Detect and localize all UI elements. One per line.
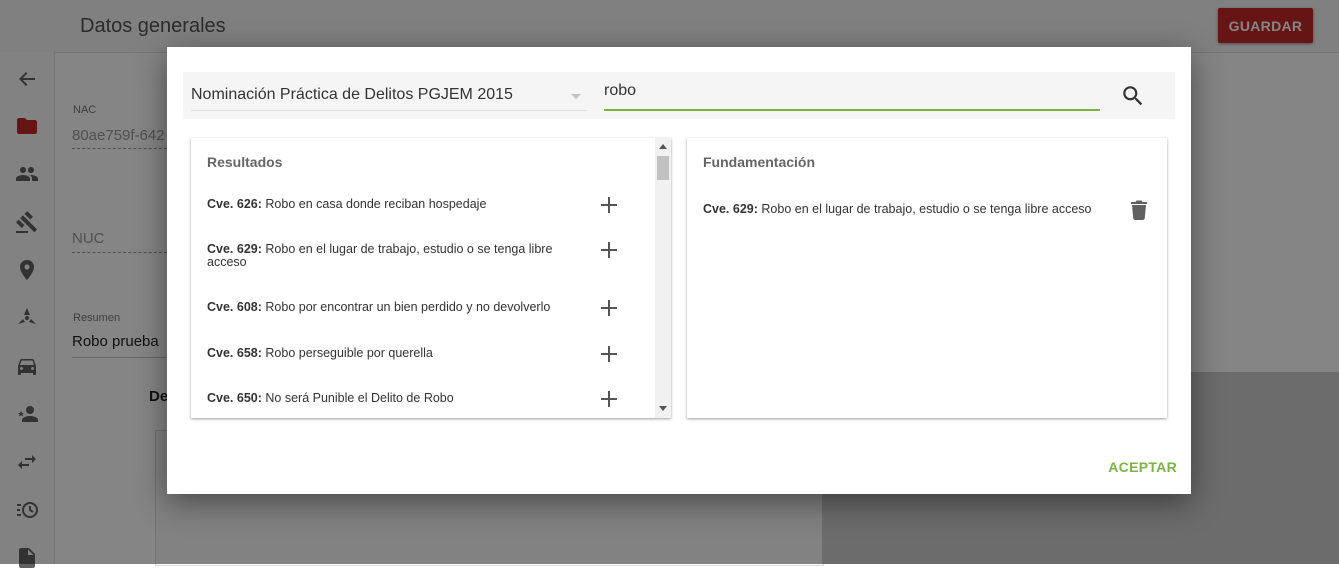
result-item[interactable]: Cve. 658: Robo perseguible por querella — [191, 344, 655, 364]
result-text: No será Punible el Delito de Robo — [265, 391, 454, 405]
result-item[interactable]: Cve. 650: No será Punible el Delito de R… — [191, 389, 655, 409]
results-scrollbar[interactable] — [655, 138, 671, 418]
add-icon[interactable] — [599, 344, 619, 364]
result-code: Cve. 608: — [207, 300, 262, 314]
scroll-thumb[interactable] — [657, 156, 669, 180]
result-text: Robo en casa donde reciban hospedaje — [265, 197, 487, 211]
result-item[interactable]: Cve. 626: Robo en casa donde reciban hos… — [191, 195, 655, 215]
scroll-down-arrow-icon[interactable] — [659, 406, 667, 411]
results-card: Resultados Cve. 626: Robo en casa donde … — [191, 138, 671, 418]
result-text: Robo por encontrar un bien perdido y no … — [265, 300, 551, 314]
search-icon[interactable] — [1120, 83, 1146, 109]
selected-item: Cve. 629: Robo en el lugar de trabajo, e… — [703, 202, 1091, 216]
add-icon[interactable] — [599, 389, 619, 409]
selected-item-code: Cve. 629: — [703, 202, 758, 216]
catalog-select[interactable]: Nominación Práctica de Delitos PGJEM 201… — [191, 78, 587, 111]
result-item[interactable]: Cve. 608: Robo por encontrar un bien per… — [191, 298, 655, 318]
result-code: Cve. 658: — [207, 346, 262, 360]
fundamentacion-title: Fundamentación — [703, 154, 816, 170]
result-code: Cve. 629: — [207, 242, 262, 256]
search-toolbar: Nominación Práctica de Delitos PGJEM 201… — [183, 72, 1175, 119]
result-text: Robo perseguible por querella — [265, 346, 433, 360]
fundamentacion-card: Fundamentación Cve. 629: Robo en el luga… — [687, 138, 1167, 418]
catalog-select-value: Nominación Práctica de Delitos PGJEM 201… — [191, 86, 513, 103]
crime-selection-dialog: Nominación Práctica de Delitos PGJEM 201… — [167, 47, 1191, 494]
add-icon[interactable] — [599, 298, 619, 318]
add-icon[interactable] — [599, 195, 619, 215]
result-code: Cve. 650: — [207, 391, 262, 405]
trash-icon[interactable] — [1131, 200, 1147, 220]
selected-item-text: Robo en el lugar de trabajo, estudio o s… — [761, 202, 1092, 216]
result-item[interactable]: Cve. 629: Robo en el lugar de trabajo, e… — [191, 240, 655, 271]
search-input[interactable] — [604, 72, 1100, 111]
add-icon[interactable] — [599, 240, 619, 260]
result-code: Cve. 626: — [207, 197, 262, 211]
results-title: Resultados — [207, 154, 283, 170]
accept-button[interactable]: ACEPTAR — [1097, 451, 1177, 483]
scroll-up-arrow-icon[interactable] — [659, 144, 667, 149]
chevron-down-icon — [571, 94, 581, 99]
